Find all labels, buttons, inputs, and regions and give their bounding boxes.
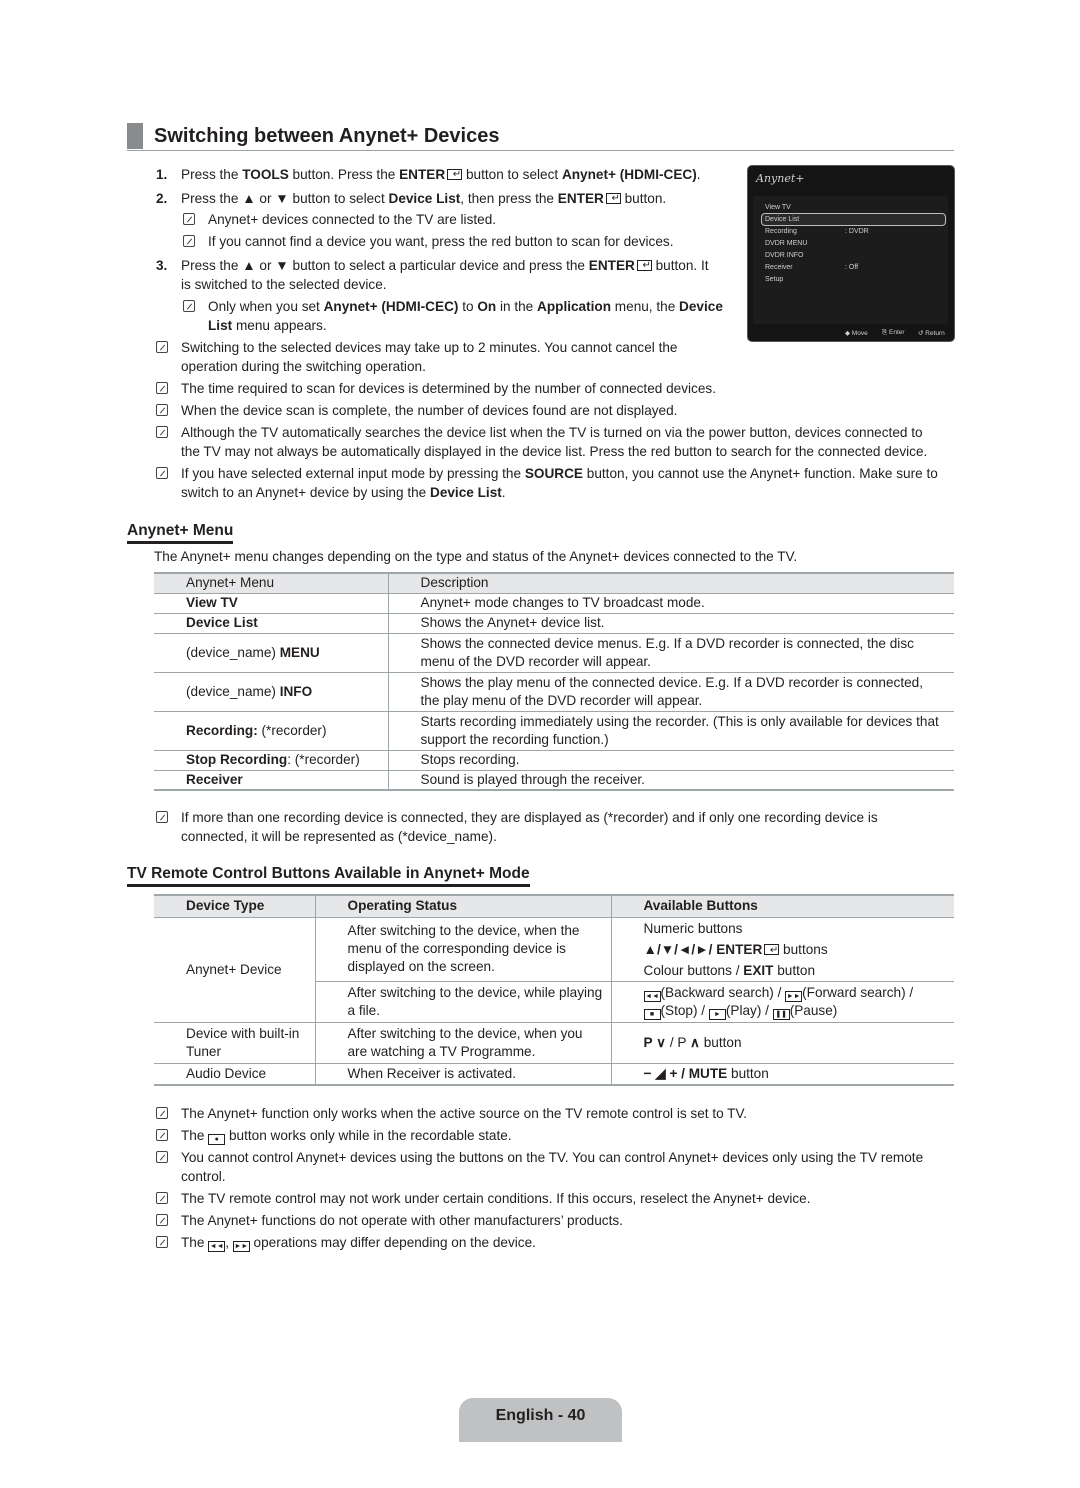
table-header-row: Device Type Operating Status Available B… <box>154 895 954 917</box>
play-icon: ► <box>708 1008 726 1020</box>
note-text: The time required to scan for devices is… <box>181 381 716 396</box>
note-icon <box>156 426 168 438</box>
enter-icon <box>605 189 621 208</box>
note-icon <box>156 341 168 353</box>
table-row: View TV Anynet+ mode changes to TV broad… <box>154 593 954 613</box>
note-text: Although the TV automatically searches t… <box>181 425 928 459</box>
note-icon <box>156 382 168 394</box>
page-title: Switching between Anynet+ Devices <box>154 125 500 147</box>
note-text: The Anynet+ functions do not operate wit… <box>181 1213 623 1228</box>
note-text: If more than one recording device is con… <box>181 810 878 844</box>
table-row: Stop Recording: (*recorder) Stops record… <box>154 750 954 770</box>
table-row: Audio Device When Receiver is activated.… <box>154 1063 954 1085</box>
rewind-icon: ◄◄ <box>208 1241 226 1252</box>
menu-item-view-tv[interactable]: View TV <box>765 203 791 212</box>
menu-item-dvdr-info[interactable]: DVDR INFO <box>765 251 804 260</box>
note-text: When the device scan is complete, the nu… <box>181 403 678 418</box>
table-header-row: Anynet+ Menu Description <box>154 573 954 593</box>
rewind-icon: ◄◄ <box>643 990 661 1002</box>
section-heading: Switching between Anynet+ Devices <box>127 123 954 151</box>
column-header: Operating Status <box>315 895 612 917</box>
fast-forward-icon: ►► <box>232 1241 250 1252</box>
note-text: Anynet+ devices connected to the TV are … <box>208 212 497 227</box>
step-number: 2. <box>156 191 168 206</box>
enter-hint: ⎘ Enter <box>882 329 905 336</box>
remote-buttons-table: Device Type Operating Status Available B… <box>154 894 954 1086</box>
note-icon <box>156 1129 168 1141</box>
table-row: Anynet+ Device After switching to the de… <box>154 917 954 1022</box>
pause-icon: ❚❚ <box>772 1008 790 1020</box>
note-icon <box>183 213 195 225</box>
heading-bar <box>127 123 143 149</box>
menu-item-recording-value: : DVDR <box>845 228 869 235</box>
step-number: 1. <box>156 167 168 182</box>
stop-icon: ■ <box>643 1008 661 1020</box>
note-text: You cannot control Anynet+ devices using… <box>181 1150 924 1184</box>
note-icon <box>183 235 195 247</box>
menu-item-setup[interactable]: Setup <box>765 275 783 284</box>
enter-icon <box>636 256 652 275</box>
note-text: The ● button works only while in the rec… <box>181 1128 512 1145</box>
column-header: Description <box>420 575 489 591</box>
move-hint: ◆ Move <box>845 330 868 337</box>
channel-down-icon: ∨ <box>656 1034 667 1050</box>
anynet-logo: Anynet+ <box>756 172 805 185</box>
menu-item-receiver-value: : Off <box>845 264 859 271</box>
table-row: Recording: (*recorder) Starts recording … <box>154 711 954 750</box>
return-hint: ↺ Return <box>918 330 945 337</box>
remote-buttons-heading: TV Remote Control Buttons Available in A… <box>127 864 530 887</box>
anynet-menu-table: Anynet+ Menu Description View TV Anynet+… <box>154 572 954 791</box>
anynet-tv-menu-screenshot: Anynet+ View TV Device List Recording : … <box>748 166 954 341</box>
note-icon <box>156 404 168 416</box>
channel-up-icon: ∧ <box>690 1034 700 1050</box>
enter-icon: ⎘ <box>882 329 890 336</box>
note-icon <box>156 1151 168 1163</box>
column-header: Available Buttons <box>643 898 758 914</box>
table-row: (device_name) MENU Shows the connected d… <box>154 633 954 672</box>
enter-icon <box>447 165 463 184</box>
page-number-tab: English - 40 <box>459 1398 622 1442</box>
note-text: If you cannot find a device you want, pr… <box>208 234 674 249</box>
note-icon <box>156 1214 168 1226</box>
note-text: Switching to the selected devices may ta… <box>181 340 678 374</box>
note-text: The TV remote control may not work under… <box>181 1191 811 1206</box>
menu-item-device-list[interactable]: Device List <box>765 215 799 224</box>
note-icon <box>156 1107 168 1119</box>
note-icon <box>156 467 168 479</box>
menu-item-receiver[interactable]: Receiver <box>765 263 793 272</box>
note-text: If you have selected external input mode… <box>181 466 938 500</box>
column-header: Device Type <box>154 895 316 917</box>
column-header: Anynet+ Menu <box>154 573 389 593</box>
record-icon: ● <box>208 1134 226 1145</box>
step-3-text: Press the ▲ or ▼ button to select a part… <box>181 256 709 294</box>
table-row: Device List Shows the Anynet+ device lis… <box>154 613 954 633</box>
note-icon <box>156 811 168 823</box>
fast-forward-icon: ►► <box>785 990 803 1002</box>
step-number: 3. <box>156 258 168 273</box>
note-text: Only when you set Anynet+ (HDMI-CEC) to … <box>208 299 723 333</box>
volume-icon: − ◢ + / <box>643 1065 689 1081</box>
note-icon <box>183 300 195 312</box>
menu-item-recording[interactable]: Recording <box>765 227 797 236</box>
page-number-label: English - 40 <box>495 1407 586 1424</box>
menu-item-dvdr-menu[interactable]: DVDR MENU <box>765 239 807 248</box>
note-icon <box>156 1192 168 1204</box>
table-row: (device_name) INFO Shows the play menu o… <box>154 672 954 711</box>
table-row: Device with built-in Tuner After switchin… <box>154 1022 954 1063</box>
anynet-menu-heading: Anynet+ Menu <box>127 521 234 544</box>
anynet-menu-intro: The Anynet+ menu changes depending on th… <box>154 549 798 564</box>
note-text: The Anynet+ function only works when the… <box>181 1106 748 1121</box>
step-2-text: Press the ▲ or ▼ button to select Device… <box>181 189 666 208</box>
table-row: Receiver Sound is played through the rec… <box>154 770 954 790</box>
note-icon <box>156 1236 168 1248</box>
enter-icon <box>764 940 780 961</box>
step-1-text: Press the TOOLS button. Press the ENTER … <box>181 165 701 184</box>
note-text: The ◄◄, ►► operations may differ dependi… <box>181 1235 536 1252</box>
